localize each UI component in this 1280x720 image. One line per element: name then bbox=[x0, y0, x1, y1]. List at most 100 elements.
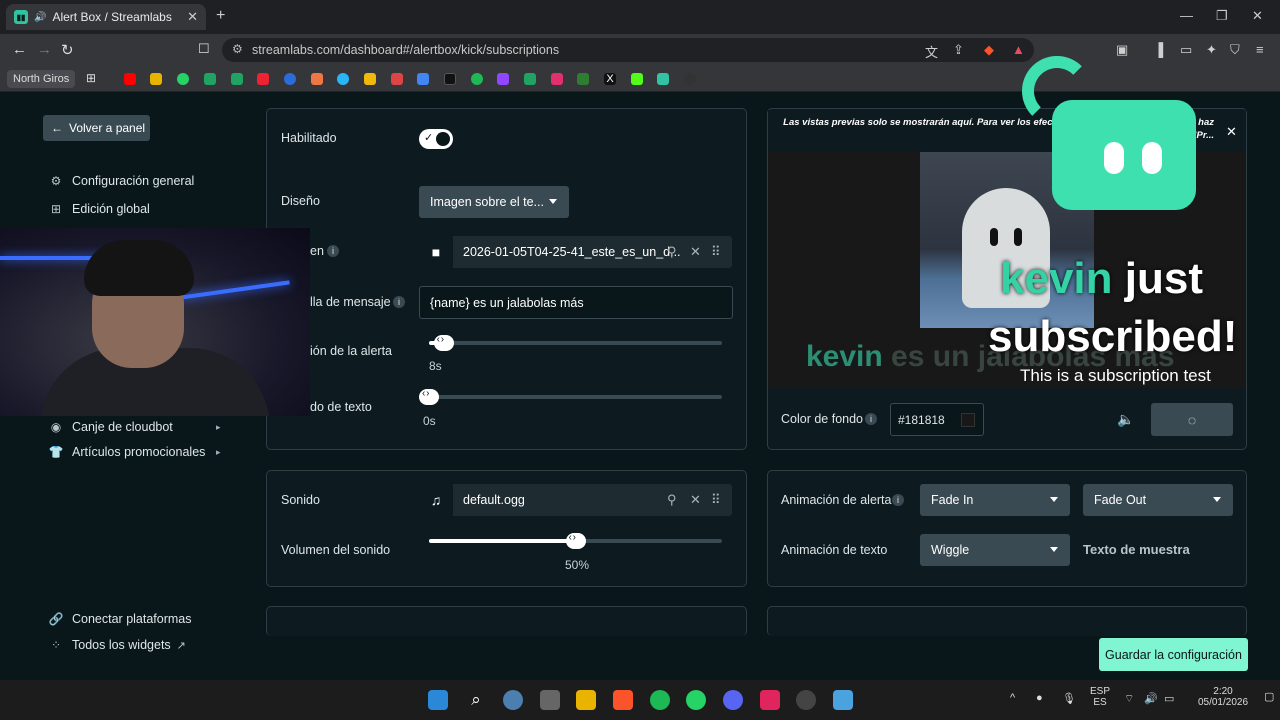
brave-shield-icon[interactable]: ◆ bbox=[984, 42, 994, 58]
binance-bookmark-icon[interactable] bbox=[364, 73, 376, 85]
close-tab-icon[interactable]: ✕ bbox=[187, 9, 198, 25]
sheets-bookmark-icon[interactable] bbox=[204, 73, 216, 85]
sound-file-field[interactable]: ♫ default.ogg ⚲ ✕ ⠿ bbox=[419, 484, 732, 516]
sidebar-item-general[interactable]: ⚙ Configuración general bbox=[48, 174, 195, 188]
bookmark-blue-icon[interactable] bbox=[284, 73, 296, 85]
text-animation-select[interactable]: Wiggle bbox=[920, 534, 1070, 566]
translate-icon[interactable]: 文 bbox=[925, 42, 938, 61]
info-icon[interactable]: i bbox=[865, 413, 877, 425]
spotify-bookmark-icon[interactable] bbox=[471, 73, 483, 85]
library-icon[interactable]: ⠿ bbox=[711, 492, 721, 508]
settings-app-icon[interactable] bbox=[503, 690, 523, 710]
bookmark-gray-icon[interactable] bbox=[684, 73, 696, 85]
clock[interactable]: 2:20 05/01/2026 bbox=[1188, 686, 1258, 708]
bookmark-green-icon[interactable] bbox=[524, 73, 536, 85]
app-red-icon[interactable] bbox=[760, 690, 780, 710]
link-icon[interactable]: ⚲ bbox=[667, 492, 677, 508]
leo-icon[interactable]: ✦ bbox=[1206, 42, 1217, 58]
wallet-icon[interactable]: ▭ bbox=[1180, 42, 1192, 58]
text-delay-slider[interactable] bbox=[419, 388, 722, 405]
calculator-icon[interactable] bbox=[540, 690, 560, 710]
app-blue-icon[interactable] bbox=[833, 690, 853, 710]
instagram-bookmark-icon[interactable] bbox=[551, 73, 563, 85]
share-icon[interactable]: ⇪ bbox=[953, 42, 964, 58]
reload-icon[interactable]: ↻ bbox=[61, 41, 74, 59]
replay-preview-button[interactable]: ◌ bbox=[1151, 403, 1233, 436]
site-info-icon[interactable]: ⚙ bbox=[232, 42, 243, 56]
link-icon[interactable]: ⚲ bbox=[667, 244, 677, 260]
bookmark-star-icon[interactable] bbox=[417, 73, 429, 85]
file-explorer-icon[interactable] bbox=[576, 690, 596, 710]
tiktok-bookmark-icon[interactable] bbox=[444, 73, 456, 85]
image-file-field[interactable]: ■ 2026-01-05T04-25-41_este_es_un_d... ⚲ … bbox=[419, 236, 732, 268]
sidebar-item-global-edit[interactable]: ⊞ Edición global bbox=[48, 202, 150, 216]
bookmark-folder[interactable]: North Giros bbox=[7, 70, 76, 88]
microphone-icon[interactable]: 🎙 bbox=[1062, 692, 1076, 705]
slider-thumb[interactable] bbox=[419, 388, 439, 405]
info-icon[interactable]: i bbox=[892, 494, 904, 506]
new-tab-icon[interactable]: + bbox=[216, 7, 225, 25]
minimize-icon[interactable]: — bbox=[1180, 8, 1193, 23]
enabled-toggle[interactable]: ✓ bbox=[419, 129, 453, 149]
sidebar-toggle-icon[interactable]: ▐ bbox=[1154, 42, 1163, 57]
save-settings-button[interactable]: Guardar la configuración bbox=[1099, 638, 1248, 671]
rewards-icon[interactable]: ▲ bbox=[1012, 42, 1025, 57]
volume-icon[interactable]: 🔈 bbox=[1117, 411, 1134, 428]
apps-icon[interactable]: ⊞ bbox=[86, 71, 98, 85]
screenshot-icon[interactable]: ▣ bbox=[1116, 42, 1128, 58]
close-icon[interactable]: ✕ bbox=[1226, 124, 1237, 140]
back-arrow-icon[interactable]: ← bbox=[12, 41, 27, 58]
windows-start-icon[interactable] bbox=[428, 690, 448, 710]
spotify-icon[interactable] bbox=[650, 690, 670, 710]
sidebar-item-merch[interactable]: 👕 Artículos promocionales ▸ bbox=[48, 445, 221, 459]
wifi-icon[interactable]: ⌔ bbox=[1124, 692, 1134, 706]
alert-duration-slider[interactable] bbox=[429, 334, 722, 351]
youtube-bookmark-icon[interactable] bbox=[124, 73, 136, 85]
bookmark-edge-icon[interactable] bbox=[337, 73, 349, 85]
maximize-icon[interactable]: ❐ bbox=[1216, 8, 1228, 24]
design-select[interactable]: Imagen sobre el te... bbox=[419, 186, 569, 218]
alert-out-select[interactable]: Fade Out bbox=[1083, 484, 1233, 516]
trophy-bookmark-icon[interactable] bbox=[150, 73, 162, 85]
streamlabs-bookmark-icon[interactable] bbox=[657, 73, 669, 85]
notifications-icon[interactable]: ▢ bbox=[1264, 690, 1274, 703]
info-icon[interactable]: i bbox=[393, 296, 405, 308]
menu-icon[interactable]: ≡ bbox=[1256, 42, 1264, 57]
kick-bookmark-icon[interactable] bbox=[631, 73, 643, 85]
vpn-icon[interactable]: ⛉ bbox=[1230, 42, 1240, 58]
speaker-icon[interactable]: 🔊 bbox=[1144, 692, 1158, 705]
x-bookmark-icon[interactable]: X bbox=[604, 73, 616, 85]
sheets2-bookmark-icon[interactable] bbox=[231, 73, 243, 85]
forward-arrow-icon[interactable]: → bbox=[37, 41, 52, 58]
slider-thumb[interactable] bbox=[433, 334, 454, 351]
remove-icon[interactable]: ✕ bbox=[690, 492, 701, 508]
sidebar-item-cloudbot[interactable]: ◉ Canje de cloudbot ▸ bbox=[48, 420, 221, 434]
info-icon[interactable]: i bbox=[327, 245, 339, 257]
bookmark-dark-green-icon[interactable] bbox=[577, 73, 589, 85]
tray-app-icon[interactable]: ● bbox=[1036, 692, 1043, 704]
color-swatch[interactable] bbox=[961, 413, 975, 427]
alert-in-select[interactable]: Fade In bbox=[920, 484, 1070, 516]
sidebar-item-connect[interactable]: 🔗 Conectar plataformas bbox=[48, 612, 192, 626]
message-template-input[interactable]: {name} es un jalabolas más bbox=[419, 286, 733, 319]
browser-tab[interactable]: ▮▮ 🔊 Alert Box / Streamlabs ✕ bbox=[6, 4, 206, 30]
bookmark-orange-icon[interactable] bbox=[311, 73, 323, 85]
close-window-icon[interactable]: ✕ bbox=[1252, 8, 1263, 24]
discord-icon[interactable] bbox=[723, 690, 743, 710]
whatsapp-icon[interactable] bbox=[686, 690, 706, 710]
twitch-bookmark-icon[interactable] bbox=[497, 73, 509, 85]
bookmark-red-icon[interactable] bbox=[257, 73, 269, 85]
url-field[interactable]: ⚙ streamlabs.com/dashboard#/alertbox/kic… bbox=[222, 38, 1034, 62]
bg-color-input[interactable]: #181818 bbox=[890, 403, 984, 436]
brave-browser-icon[interactable] bbox=[613, 690, 633, 710]
whatsapp-bookmark-icon[interactable] bbox=[177, 73, 189, 85]
gmail-bookmark-icon[interactable] bbox=[391, 73, 403, 85]
sidebar-item-widgets[interactable]: ⁘ Todos los widgets ↗ bbox=[48, 638, 186, 652]
language-indicator[interactable]: ESP ES bbox=[1088, 686, 1112, 708]
back-to-panel-button[interactable]: ← Volver a panel bbox=[43, 115, 150, 141]
remove-icon[interactable]: ✕ bbox=[690, 244, 701, 260]
battery-icon[interactable]: ▭ bbox=[1164, 692, 1174, 705]
library-icon[interactable]: ⠿ bbox=[711, 244, 721, 260]
slider-thumb[interactable] bbox=[565, 532, 586, 549]
bookmark-icon[interactable]: ☐ bbox=[198, 41, 210, 57]
